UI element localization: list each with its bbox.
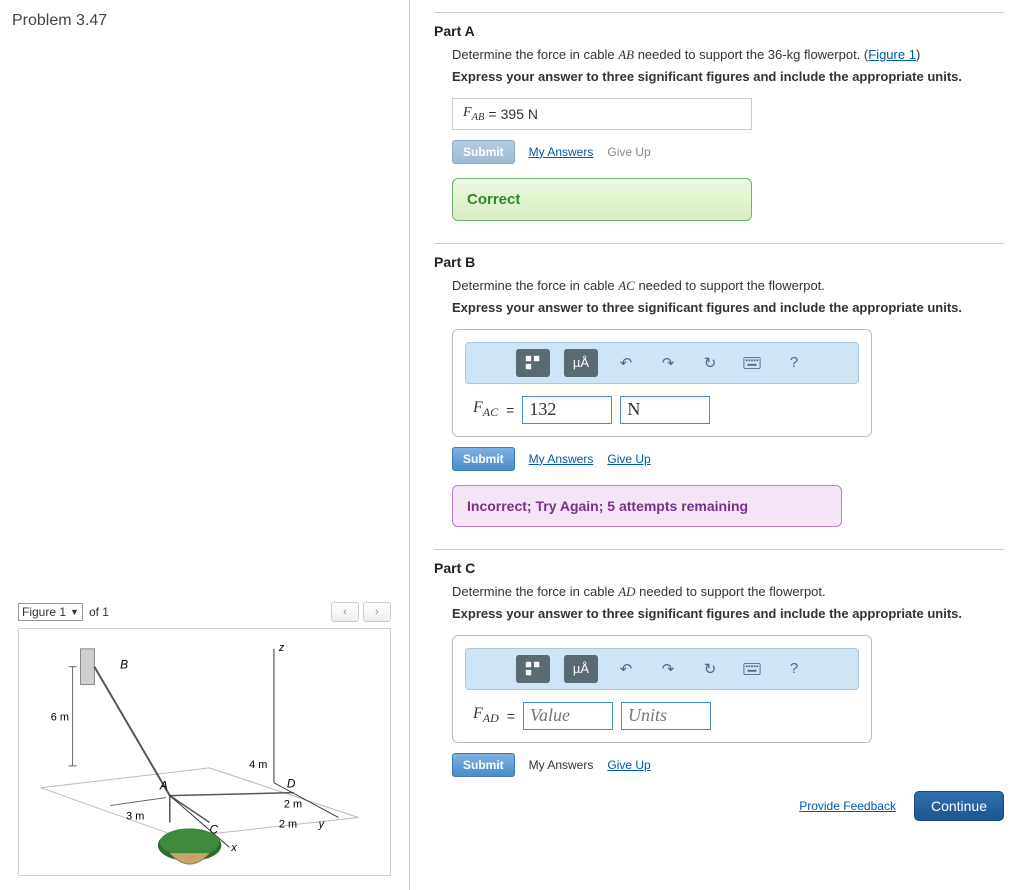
part-b-title: Part B — [434, 254, 1004, 270]
cable-name: AB — [618, 47, 634, 62]
dim-4m: 4 m — [249, 759, 267, 771]
my-answers-link[interactable]: My Answers — [529, 452, 594, 466]
give-up-link[interactable]: Give Up — [607, 758, 650, 772]
dim-2m-b: 2 m — [279, 818, 297, 830]
my-answers-link[interactable]: My Answers — [529, 145, 594, 159]
give-up-link[interactable]: Give Up — [607, 452, 650, 466]
variable-label: FAB — [463, 105, 484, 123]
keyboard-icon[interactable] — [738, 655, 766, 683]
problem-title: Problem 3.47 — [12, 12, 391, 30]
part-c-instruction: Express your answer to three significant… — [452, 606, 1004, 621]
prompt-text: Determine the force in cable — [452, 584, 618, 599]
dim-3m: 3 m — [126, 810, 144, 822]
figure-next-button[interactable]: › — [363, 602, 391, 622]
part-c-input-panel: µÅ ↶ ↷ ↻ ? FAD = — [452, 635, 872, 743]
point-d-label: D — [287, 777, 296, 791]
figure-select[interactable]: Figure 1 ▼ — [18, 603, 83, 621]
equals-sign: = — [488, 106, 496, 122]
point-b-label: B — [120, 658, 128, 672]
units-input[interactable] — [620, 396, 710, 424]
axis-x-label: x — [230, 842, 237, 854]
redo-icon[interactable]: ↷ — [654, 655, 682, 683]
undo-icon[interactable]: ↶ — [612, 655, 640, 683]
units-input[interactable] — [621, 702, 711, 730]
help-icon[interactable]: ? — [780, 655, 808, 683]
part-a-instruction: Express your answer to three significant… — [452, 69, 1004, 84]
part-a-prompt: Determine the force in cable AB needed t… — [452, 47, 1004, 63]
reset-icon[interactable]: ↻ — [696, 655, 724, 683]
reset-icon[interactable]: ↻ — [696, 349, 724, 377]
figure-of-text: of 1 — [89, 605, 109, 619]
dim-2m-a: 2 m — [284, 799, 302, 811]
part-c-prompt: Determine the force in cable AD needed t… — [452, 584, 1004, 600]
divider — [434, 12, 1004, 13]
cable-name: AC — [618, 278, 635, 293]
point-a-label: A — [159, 779, 168, 793]
figure-nav-bar: Figure 1 ▼ of 1 ‹ › — [18, 602, 391, 622]
prompt-text: needed to support the flowerpot. — [636, 584, 826, 599]
undo-icon[interactable]: ↶ — [612, 349, 640, 377]
figure-link[interactable]: Figure 1 — [868, 47, 916, 62]
prompt-text: Determine the force in cable — [452, 278, 618, 293]
keyboard-icon[interactable] — [738, 349, 766, 377]
equals-sign: = — [506, 402, 514, 418]
axis-y-label: y — [318, 818, 325, 830]
axis-z-label: z — [278, 642, 285, 654]
feedback-incorrect: Incorrect; Try Again; 5 attempts remaini… — [452, 485, 842, 527]
part-b-instruction: Express your answer to three significant… — [452, 300, 1004, 315]
part-b-prompt: Determine the force in cable AC needed t… — [452, 278, 1004, 294]
answer-toolbar: µÅ ↶ ↷ ↻ ? — [465, 342, 859, 384]
template-icon[interactable] — [516, 655, 550, 683]
figure-prev-button[interactable]: ‹ — [331, 602, 359, 622]
provide-feedback-link[interactable]: Provide Feedback — [799, 799, 896, 813]
continue-button[interactable]: Continue — [914, 791, 1004, 821]
part-c-title: Part C — [434, 560, 1004, 576]
answer-toolbar: µÅ ↶ ↷ ↻ ? — [465, 648, 859, 690]
figure-select-label: Figure 1 — [22, 605, 66, 619]
special-chars-icon[interactable]: µÅ — [564, 655, 598, 683]
variable-label: FAC — [473, 399, 498, 420]
equals-sign: = — [507, 708, 515, 724]
dim-6m: 6 m — [51, 711, 69, 723]
value-input[interactable] — [522, 396, 612, 424]
my-answers-link[interactable]: My Answers — [529, 758, 594, 772]
part-a-title: Part A — [434, 23, 1004, 39]
submit-button[interactable]: Submit — [452, 140, 515, 164]
prompt-text: ) — [916, 47, 920, 62]
redo-icon[interactable]: ↷ — [654, 349, 682, 377]
feedback-correct: Correct — [452, 178, 752, 221]
submit-button[interactable]: Submit — [452, 753, 515, 777]
divider — [434, 549, 1004, 550]
submit-button[interactable]: Submit — [452, 447, 515, 471]
dropdown-icon: ▼ — [70, 607, 79, 617]
value-input[interactable] — [523, 702, 613, 730]
cable-name: AD — [618, 584, 635, 599]
prompt-text: Determine the force in cable — [452, 47, 618, 62]
prompt-text: needed to support the 36-kg flowerpot. ( — [634, 47, 868, 62]
help-icon[interactable]: ? — [780, 349, 808, 377]
variable-label: FAD — [473, 705, 499, 726]
answer-value: 395 N — [501, 106, 538, 122]
special-chars-icon[interactable]: µÅ — [564, 349, 598, 377]
divider — [434, 243, 1004, 244]
give-up-link: Give Up — [607, 145, 650, 159]
figure-diagram: z B 6 m A 3 m 4 — [18, 628, 391, 876]
part-a-answer-display: FAB = 395 N — [452, 98, 752, 130]
prompt-text: needed to support the flowerpot. — [635, 278, 825, 293]
template-icon[interactable] — [516, 349, 550, 377]
part-b-input-panel: µÅ ↶ ↷ ↻ ? FAC = — [452, 329, 872, 437]
